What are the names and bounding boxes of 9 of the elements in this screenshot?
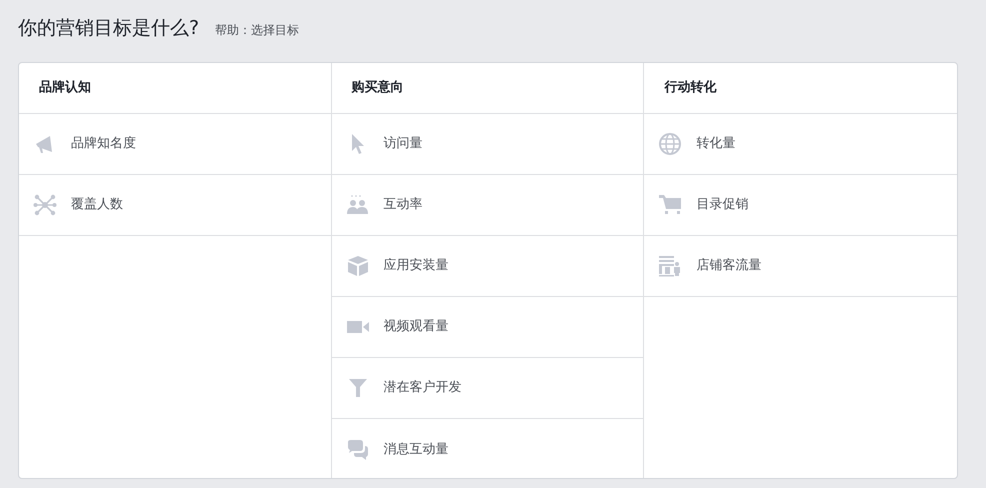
- chat-bubbles-icon: [346, 438, 370, 462]
- storefront-icon: [658, 254, 682, 278]
- globe-icon: [658, 132, 682, 156]
- cube-icon: [346, 254, 370, 278]
- network-icon: [33, 193, 57, 217]
- help-link[interactable]: 帮助：选择目标: [215, 21, 300, 39]
- people-icon: [346, 193, 370, 217]
- page-title: 你的营销目标是什么?: [18, 16, 200, 41]
- shopping-cart-icon: [658, 193, 682, 217]
